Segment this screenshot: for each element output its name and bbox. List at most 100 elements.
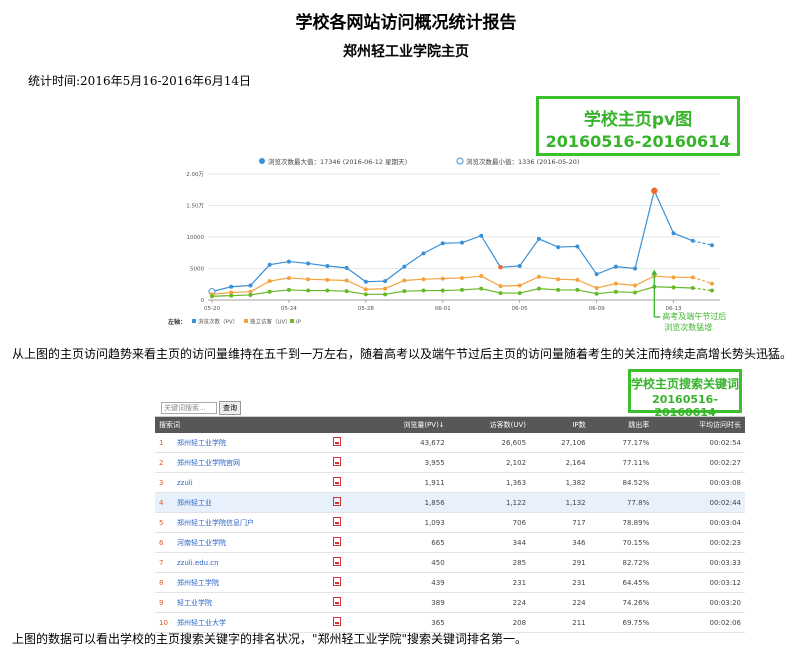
keyword-link[interactable]: 河南轻工业学院	[173, 532, 329, 553]
pv-cell: 389	[358, 592, 449, 613]
keyword-search-button[interactable]: 查询	[219, 401, 241, 415]
analysis-paragraph-2: 上图的数据可以看出学校的主页搜索关键字的排名状况，"郑州轻工业学院"搜索关键词排…	[12, 632, 528, 646]
trend-chart-icon[interactable]	[332, 617, 341, 626]
legend-max-text: 浏览次数最大值：17346 (2016-06-12 星期天)	[268, 157, 407, 166]
trend-icon-cell[interactable]	[328, 452, 359, 473]
bottom-legend-item: 浏览次数（PV）	[198, 318, 238, 326]
y-tick-label: 2.00万	[186, 171, 204, 178]
y-tick-label: 1.50万	[186, 203, 204, 210]
trend-chart-icon[interactable]	[332, 437, 341, 446]
bottom-legend-item: 独立访客（UV）	[250, 318, 291, 326]
keyword-link[interactable]: 郑州轻工业学院信息门户	[173, 512, 329, 533]
x-tick-label: 05-24	[281, 306, 297, 312]
data-point	[210, 294, 214, 299]
page-title: 学校各网站访问概况统计报告	[295, 13, 517, 33]
pv-cell: 439	[358, 572, 449, 593]
trend-chart-icon[interactable]	[332, 557, 341, 566]
pv-cell: 43,672	[358, 433, 449, 453]
bounce-cell: 74.26%	[589, 592, 654, 613]
duration-cell: 00:02:44	[653, 492, 745, 513]
duration-cell: 00:03:12	[653, 572, 745, 593]
data-point	[440, 241, 445, 246]
data-point	[286, 287, 291, 292]
trend-chart-icon[interactable]	[332, 517, 341, 526]
trend-icon-cell[interactable]	[328, 552, 359, 573]
keyword-table: 搜索词 浏览量(PV)↓ 访客数(UV) IP数 跳出率 平均访问时长 1 郑州轻…	[155, 417, 745, 633]
trend-icon-cell[interactable]	[328, 433, 359, 453]
data-point	[710, 288, 714, 293]
trend-icon-cell[interactable]	[328, 592, 359, 613]
col-duration[interactable]: 平均访问时长	[653, 417, 745, 433]
pv-box-title: 学校主页pv图	[583, 110, 693, 130]
duration-cell: 00:03:20	[653, 592, 745, 613]
keyword-link[interactable]: zzuli	[173, 472, 329, 493]
trend-chart-icon[interactable]	[332, 597, 341, 606]
bounce-cell: 77.11%	[589, 452, 654, 473]
bounce-cell: 82.72%	[589, 552, 654, 573]
trend-chart-icon[interactable]	[332, 537, 341, 546]
series-dashed-tail-0	[692, 240, 713, 246]
uv-cell: 706	[448, 512, 531, 533]
bounce-cell: 77.17%	[589, 433, 654, 453]
trend-chart-icon[interactable]	[332, 577, 341, 586]
keyword-link[interactable]: 郑州轻工业学院	[173, 433, 329, 453]
data-point	[633, 290, 638, 295]
data-point	[402, 289, 407, 294]
uv-cell: 1,122	[448, 492, 531, 513]
data-point	[267, 279, 272, 284]
duration-cell: 00:03:08	[653, 472, 745, 493]
rank: 2	[155, 452, 173, 473]
trend-icon-cell[interactable]	[328, 512, 359, 533]
bottom-legend-swatch	[244, 319, 248, 323]
col-keyword[interactable]: 搜索词	[155, 417, 329, 433]
trend-chart-icon[interactable]	[332, 497, 341, 506]
table-header-row: 搜索词 浏览量(PV)↓ 访客数(UV) IP数 跳出率 平均访问时长	[155, 417, 745, 433]
bounce-cell: 84.52%	[589, 472, 654, 493]
uv-cell: 285	[448, 552, 531, 573]
page-subtitle: 郑州轻工业学院主页	[343, 44, 469, 60]
data-point	[267, 289, 272, 294]
ip-cell: 346	[530, 532, 590, 553]
col-uv[interactable]: 访客数(UV)	[448, 417, 531, 433]
col-bounce[interactable]: 跳出率	[589, 417, 654, 433]
trend-chart-icon[interactable]	[332, 477, 341, 486]
data-point	[690, 275, 695, 280]
trend-icon-cell[interactable]	[328, 572, 359, 593]
keyword-link[interactable]: 郑州轻工业	[173, 492, 329, 513]
rank: 4	[155, 492, 173, 513]
series-line-2	[211, 286, 693, 297]
data-point	[536, 274, 541, 279]
kw-box-title: 学校主页搜索关键词	[631, 377, 740, 391]
trend-icon-cell[interactable]	[328, 472, 359, 493]
keyword-link[interactable]: 轻工业学院	[173, 592, 329, 613]
data-point	[306, 261, 311, 266]
pv-cell: 3,955	[358, 452, 449, 473]
trend-icon-cell[interactable]	[328, 532, 359, 553]
ip-cell: 27,106	[530, 433, 590, 453]
duration-cell: 00:03:33	[653, 552, 745, 573]
col-ip[interactable]: IP数	[530, 417, 590, 433]
keyword-link[interactable]: 郑州轻工学院	[173, 572, 329, 593]
table-row: 6 河南轻工业学院 665 344 346 70.15% 00:02:23	[155, 532, 745, 553]
x-tick-label: 06-01	[435, 306, 451, 312]
data-point	[536, 286, 541, 291]
uv-cell: 1,363	[448, 472, 531, 493]
ip-cell: 1,132	[530, 492, 590, 513]
col-pv[interactable]: 浏览量(PV)↓	[358, 417, 449, 433]
data-point	[344, 278, 349, 283]
trend-icon-cell[interactable]	[328, 492, 359, 513]
data-point	[710, 281, 714, 286]
trend-chart-icon[interactable]	[332, 457, 341, 466]
y-tick-label: 5000	[190, 267, 204, 273]
keyword-search-input[interactable]: 关键词搜索...	[161, 402, 217, 414]
pv-cell: 1,093	[358, 512, 449, 533]
keyword-link[interactable]: 郑州轻工业学院官网	[173, 452, 329, 473]
table-row: 1 郑州轻工业学院 43,672 26,605 27,106 77.17% 00:02:54	[155, 433, 745, 453]
data-point	[498, 284, 503, 289]
data-point	[479, 286, 484, 291]
annotation-line-text: 高考及端午节过后	[662, 311, 726, 321]
keyword-link[interactable]: zzuli.edu.cn	[173, 552, 329, 573]
data-point	[421, 277, 426, 282]
series-dashed-tail-2	[692, 287, 713, 292]
data-point	[575, 287, 580, 292]
